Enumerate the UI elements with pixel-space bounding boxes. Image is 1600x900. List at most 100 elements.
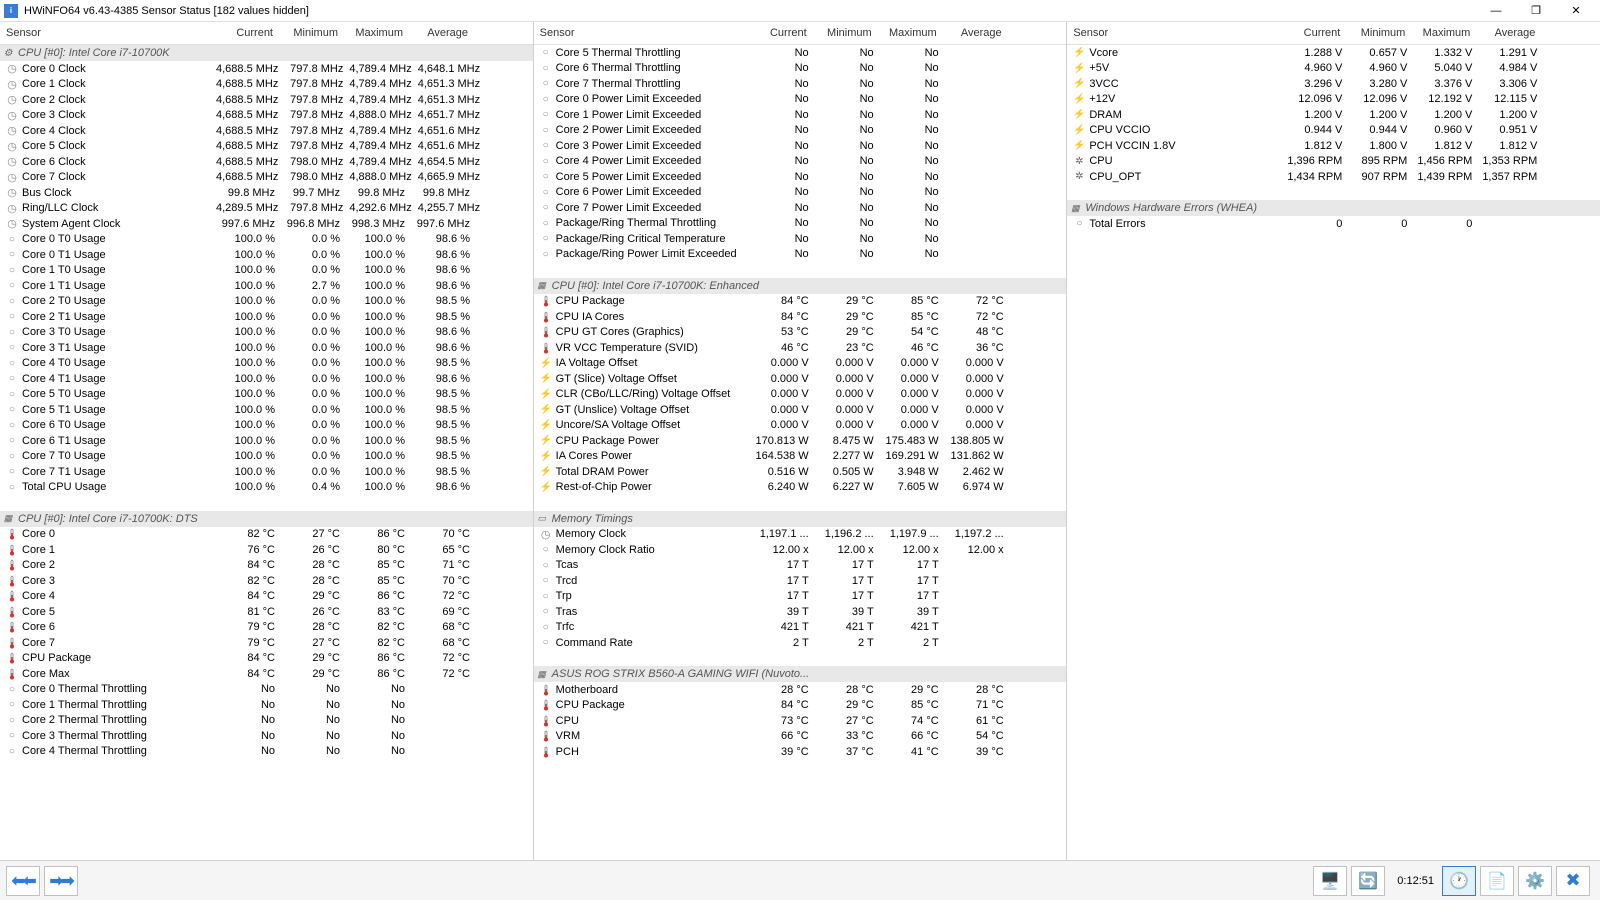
- sensor-row[interactable]: Core 779 °C27 °C82 °C68 °C: [0, 635, 533, 651]
- group-header[interactable]: CPU [#0]: Intel Core i7-10700K: DTS: [0, 511, 533, 527]
- sensor-row[interactable]: GT (Slice) Voltage Offset0.000 V0.000 V0…: [534, 371, 1067, 387]
- sensor-row[interactable]: PCH39 °C37 °C41 °C39 °C: [534, 744, 1067, 760]
- column-maximum[interactable]: Maximum: [878, 27, 943, 39]
- sensor-row[interactable]: Core 6 T1 Usage100.0 %0.0 %100.0 %98.5 %: [0, 433, 533, 449]
- sensor-row[interactable]: Core 5 T1 Usage100.0 %0.0 %100.0 %98.5 %: [0, 402, 533, 418]
- sensor-row[interactable]: Core 581 °C26 °C83 °C69 °C: [0, 604, 533, 620]
- sensor-panel-2[interactable]: SensorCurrentMinimumMaximumAverageCore 5…: [534, 22, 1068, 860]
- sensor-row[interactable]: CPU Package84 °C29 °C86 °C72 °C: [0, 651, 533, 667]
- logging-button[interactable]: 📄: [1480, 866, 1514, 896]
- exit-button[interactable]: ✖: [1556, 866, 1590, 896]
- sensor-row[interactable]: Core 0 T0 Usage100.0 %0.0 %100.0 %98.6 %: [0, 232, 533, 248]
- sensor-row[interactable]: Core 6 T0 Usage100.0 %0.0 %100.0 %98.5 %: [0, 418, 533, 434]
- column-sensor[interactable]: Sensor: [1067, 27, 1281, 39]
- column-minimum[interactable]: Minimum: [813, 27, 878, 39]
- column-maximum[interactable]: Maximum: [344, 27, 409, 39]
- sensor-row[interactable]: IA Voltage Offset0.000 V0.000 V0.000 V0.…: [534, 356, 1067, 372]
- column-current[interactable]: Current: [214, 27, 279, 39]
- sensor-row[interactable]: Core Max84 °C29 °C86 °C72 °C: [0, 666, 533, 682]
- sensor-row[interactable]: Core 4 Power Limit ExceededNoNoNo: [534, 154, 1067, 170]
- sensor-panel-3[interactable]: SensorCurrentMinimumMaximumAverageVcore1…: [1067, 22, 1600, 860]
- expand-all-button[interactable]: ➡➡: [44, 866, 78, 896]
- column-average[interactable]: Average: [943, 27, 1008, 39]
- sensor-row[interactable]: Core 382 °C28 °C85 °C70 °C: [0, 573, 533, 589]
- sensor-row[interactable]: CPU IA Cores84 °C29 °C85 °C72 °C: [534, 309, 1067, 325]
- maximize-button[interactable]: ❐: [1516, 0, 1556, 22]
- column-header-row[interactable]: SensorCurrentMinimumMaximumAverage: [0, 22, 533, 45]
- sensor-row[interactable]: Core 7 Clock4,688.5 MHz798.0 MHz4,888.0 …: [0, 170, 533, 186]
- sensor-row[interactable]: Core 484 °C29 °C86 °C72 °C: [0, 589, 533, 605]
- column-sensor[interactable]: Sensor: [0, 27, 214, 39]
- column-minimum[interactable]: Minimum: [1346, 27, 1411, 39]
- column-sensor[interactable]: Sensor: [534, 27, 748, 39]
- sensor-row[interactable]: Core 2 Clock4,688.5 MHz797.8 MHz4,789.4 …: [0, 92, 533, 108]
- sensor-row[interactable]: +5V4.960 V4.960 V5.040 V4.984 V: [1067, 61, 1600, 77]
- sensor-row[interactable]: PCH VCCIN 1.8V1.812 V1.800 V1.812 V1.812…: [1067, 138, 1600, 154]
- sensor-row[interactable]: CPU Package84 °C29 °C85 °C71 °C: [534, 698, 1067, 714]
- sensor-row[interactable]: Core 0 T1 Usage100.0 %0.0 %100.0 %98.6 %: [0, 247, 533, 263]
- sensor-row[interactable]: Package/Ring Critical TemperatureNoNoNo: [534, 231, 1067, 247]
- sensor-row[interactable]: CPU1,396 RPM895 RPM1,456 RPM1,353 RPM: [1067, 154, 1600, 170]
- sensor-row[interactable]: Core 1 Thermal ThrottlingNoNoNo: [0, 697, 533, 713]
- sensor-row[interactable]: Core 0 Thermal ThrottlingNoNoNo: [0, 682, 533, 698]
- sensor-row[interactable]: Core 1 Clock4,688.5 MHz797.8 MHz4,789.4 …: [0, 77, 533, 93]
- sensor-row[interactable]: Core 082 °C27 °C86 °C70 °C: [0, 527, 533, 543]
- sensor-row[interactable]: Core 6 Clock4,688.5 MHz798.0 MHz4,789.4 …: [0, 154, 533, 170]
- sensor-row[interactable]: Core 4 Clock4,688.5 MHz797.8 MHz4,789.4 …: [0, 123, 533, 139]
- sensor-row[interactable]: Memory Clock1,197.1 ...1,196.2 ...1,197.…: [534, 527, 1067, 543]
- sensor-row[interactable]: Core 3 Clock4,688.5 MHz797.8 MHz4,888.0 …: [0, 108, 533, 124]
- sensor-row[interactable]: Total Errors000: [1067, 216, 1600, 232]
- sensor-row[interactable]: Core 3 T1 Usage100.0 %0.0 %100.0 %98.6 %: [0, 340, 533, 356]
- sensor-row[interactable]: CPU Package84 °C29 °C85 °C72 °C: [534, 294, 1067, 310]
- sensor-row[interactable]: Core 1 T0 Usage100.0 %0.0 %100.0 %98.6 %: [0, 263, 533, 279]
- sensor-row[interactable]: CPU73 °C27 °C74 °C61 °C: [534, 713, 1067, 729]
- sensor-row[interactable]: IA Cores Power164.538 W2.277 W169.291 W1…: [534, 449, 1067, 465]
- sensor-row[interactable]: Core 4 T1 Usage100.0 %0.0 %100.0 %98.6 %: [0, 371, 533, 387]
- sensor-row[interactable]: CPU GT Cores (Graphics)53 °C29 °C54 °C48…: [534, 325, 1067, 341]
- column-minimum[interactable]: Minimum: [279, 27, 344, 39]
- column-header-row[interactable]: SensorCurrentMinimumMaximumAverage: [1067, 22, 1600, 45]
- sensor-row[interactable]: 3VCC3.296 V3.280 V3.376 V3.306 V: [1067, 76, 1600, 92]
- sensor-panel-1[interactable]: SensorCurrentMinimumMaximumAverageCPU [#…: [0, 22, 534, 860]
- sensor-row[interactable]: CPU VCCIO0.944 V0.944 V0.960 V0.951 V: [1067, 123, 1600, 139]
- sensor-row[interactable]: Package/Ring Power Limit ExceededNoNoNo: [534, 247, 1067, 263]
- minimize-button[interactable]: —: [1476, 0, 1516, 22]
- sensor-row[interactable]: System Agent Clock997.6 MHz996.8 MHz998.…: [0, 216, 533, 232]
- sensor-row[interactable]: Rest-of-Chip Power6.240 W6.227 W7.605 W6…: [534, 480, 1067, 496]
- sensor-row[interactable]: Core 2 T0 Usage100.0 %0.0 %100.0 %98.5 %: [0, 294, 533, 310]
- sensor-row[interactable]: +12V12.096 V12.096 V12.192 V12.115 V: [1067, 92, 1600, 108]
- sensor-row[interactable]: Core 4 T0 Usage100.0 %0.0 %100.0 %98.5 %: [0, 356, 533, 372]
- column-maximum[interactable]: Maximum: [1411, 27, 1476, 39]
- group-header[interactable]: CPU [#0]: Intel Core i7-10700K: [0, 45, 533, 61]
- sensor-row[interactable]: VR VCC Temperature (SVID)46 °C23 °C46 °C…: [534, 340, 1067, 356]
- sensor-row[interactable]: Core 3 T0 Usage100.0 %0.0 %100.0 %98.6 %: [0, 325, 533, 341]
- sensor-row[interactable]: Trp17 T17 T17 T: [534, 589, 1067, 605]
- sensor-row[interactable]: Tras39 T39 T39 T: [534, 604, 1067, 620]
- sensor-row[interactable]: DRAM1.200 V1.200 V1.200 V1.200 V: [1067, 107, 1600, 123]
- column-current[interactable]: Current: [1281, 27, 1346, 39]
- group-header[interactable]: Memory Timings: [534, 511, 1067, 527]
- sensor-row[interactable]: VRM66 °C33 °C66 °C54 °C: [534, 729, 1067, 745]
- sensor-row[interactable]: Core 2 Power Limit ExceededNoNoNo: [534, 123, 1067, 139]
- sensor-row[interactable]: Core 176 °C26 °C80 °C65 °C: [0, 542, 533, 558]
- sensor-row[interactable]: Core 7 T1 Usage100.0 %0.0 %100.0 %98.5 %: [0, 464, 533, 480]
- shared-memory-button[interactable]: 🔄: [1351, 866, 1385, 896]
- sensor-row[interactable]: Core 3 Thermal ThrottlingNoNoNo: [0, 728, 533, 744]
- sensor-row[interactable]: CPU Package Power170.813 W8.475 W175.483…: [534, 433, 1067, 449]
- sensor-row[interactable]: Total CPU Usage100.0 %0.4 %100.0 %98.6 %: [0, 480, 533, 496]
- column-average[interactable]: Average: [1476, 27, 1541, 39]
- sensor-row[interactable]: Core 284 °C28 °C85 °C71 °C: [0, 558, 533, 574]
- sensor-row[interactable]: Core 0 Clock4,688.5 MHz797.8 MHz4,789.4 …: [0, 61, 533, 77]
- sensor-row[interactable]: Uncore/SA Voltage Offset0.000 V0.000 V0.…: [534, 418, 1067, 434]
- monitoring-button[interactable]: 🖥️: [1313, 866, 1347, 896]
- sensor-row[interactable]: Core 7 Thermal ThrottlingNoNoNo: [534, 76, 1067, 92]
- sensor-row[interactable]: Core 7 Power Limit ExceededNoNoNo: [534, 200, 1067, 216]
- sensor-row[interactable]: Ring/LLC Clock4,289.5 MHz797.8 MHz4,292.…: [0, 201, 533, 217]
- collapse-all-button[interactable]: ⬅⬅: [6, 866, 40, 896]
- sensor-row[interactable]: GT (Unslice) Voltage Offset0.000 V0.000 …: [534, 402, 1067, 418]
- sensor-row[interactable]: CLR (CBo/LLC/Ring) Voltage Offset0.000 V…: [534, 387, 1067, 403]
- sensor-row[interactable]: Package/Ring Thermal ThrottlingNoNoNo: [534, 216, 1067, 232]
- sensor-row[interactable]: Core 1 T1 Usage100.0 %2.7 %100.0 %98.6 %: [0, 278, 533, 294]
- sensor-row[interactable]: Trfc421 T421 T421 T: [534, 620, 1067, 636]
- sensor-row[interactable]: Core 6 Power Limit ExceededNoNoNo: [534, 185, 1067, 201]
